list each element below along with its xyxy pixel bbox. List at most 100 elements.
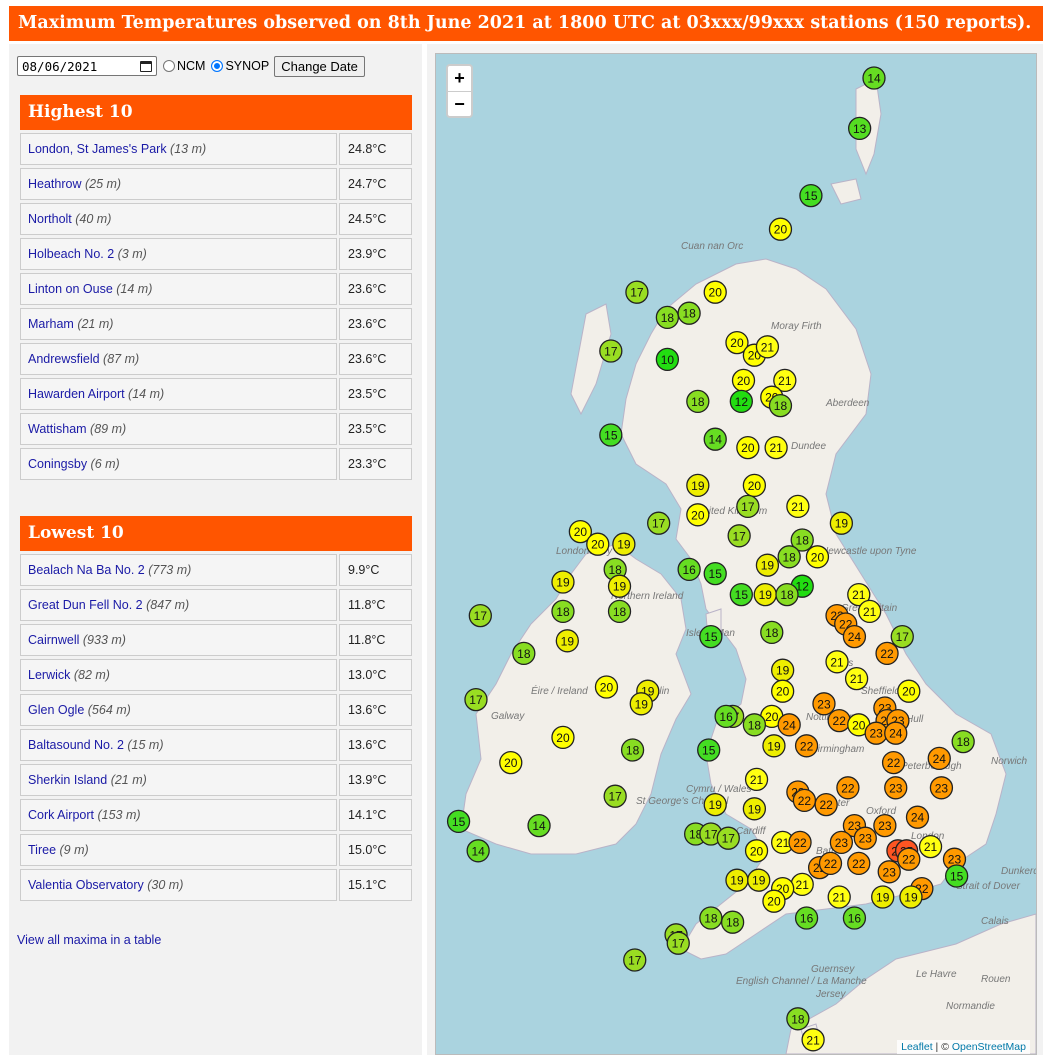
- date-input[interactable]: 08/06/2021: [17, 56, 157, 76]
- station-marker[interactable]: 17: [599, 339, 623, 363]
- zoom-out-button[interactable]: −: [448, 92, 471, 117]
- station-link[interactable]: Heathrow: [28, 177, 82, 191]
- station-marker[interactable]: 23: [864, 721, 888, 745]
- station-marker[interactable]: 14: [703, 427, 727, 451]
- station-marker[interactable]: 17: [647, 511, 671, 535]
- station-marker[interactable]: 23: [929, 776, 954, 800]
- station-marker[interactable]: 24: [905, 805, 930, 829]
- station-marker[interactable]: 18: [512, 641, 536, 666]
- station-marker[interactable]: 23: [884, 776, 908, 800]
- station-marker[interactable]: 21: [918, 834, 943, 859]
- station-marker[interactable]: 21: [786, 494, 810, 519]
- station-marker[interactable]: 20: [768, 217, 793, 241]
- station-marker[interactable]: 17: [890, 624, 914, 649]
- station-marker[interactable]: 18: [775, 582, 799, 607]
- station-marker[interactable]: 20: [770, 679, 795, 703]
- radio-ncm[interactable]: [163, 60, 175, 72]
- station-marker[interactable]: 24: [777, 713, 801, 737]
- station-marker[interactable]: 19: [607, 574, 632, 598]
- station-link[interactable]: Sherkin Island: [28, 773, 107, 787]
- station-link[interactable]: Coningsby: [28, 457, 87, 471]
- change-date-button[interactable]: Change Date: [274, 55, 365, 77]
- station-marker[interactable]: 17: [464, 687, 488, 712]
- station-marker[interactable]: 19: [747, 868, 771, 892]
- station-marker[interactable]: 21: [744, 767, 769, 792]
- station-marker[interactable]: 21: [844, 666, 869, 691]
- station-marker[interactable]: 19: [762, 734, 786, 758]
- station-marker[interactable]: 15: [599, 423, 623, 447]
- station-marker[interactable]: 15: [697, 738, 721, 762]
- station-link[interactable]: Bealach Na Ba No. 2: [28, 563, 145, 577]
- station-marker[interactable]: 19: [612, 532, 636, 556]
- station-marker[interactable]: 17: [468, 603, 492, 628]
- station-marker[interactable]: 18: [768, 393, 793, 418]
- station-marker[interactable]: 20: [686, 503, 710, 527]
- station-marker[interactable]: 20: [762, 889, 786, 913]
- leaflet-link[interactable]: Leaflet: [901, 1041, 933, 1053]
- station-marker[interactable]: 15: [699, 624, 723, 649]
- zoom-in-button[interactable]: +: [448, 66, 471, 92]
- station-marker[interactable]: 17: [623, 948, 647, 972]
- station-link[interactable]: Valentia Observatory: [28, 878, 144, 892]
- station-marker[interactable]: 17: [603, 784, 627, 808]
- station-marker[interactable]: 18: [686, 389, 710, 414]
- station-marker[interactable]: 19: [703, 792, 727, 817]
- station-link[interactable]: Hawarden Airport: [28, 387, 125, 401]
- station-marker[interactable]: 14: [527, 813, 551, 838]
- station-marker[interactable]: 18: [720, 910, 745, 934]
- station-marker[interactable]: 18: [607, 599, 632, 624]
- station-marker[interactable]: 18: [760, 620, 784, 645]
- station-marker[interactable]: 23: [873, 813, 897, 838]
- station-marker[interactable]: 16: [794, 906, 819, 930]
- station-link[interactable]: Tiree: [28, 843, 56, 857]
- station-marker[interactable]: 20: [897, 679, 921, 703]
- station-marker[interactable]: 19: [686, 473, 710, 498]
- station-marker[interactable]: 15: [945, 864, 969, 888]
- station-marker[interactable]: 22: [881, 750, 906, 775]
- station-marker[interactable]: 20: [551, 725, 575, 750]
- station-marker[interactable]: 20: [805, 545, 830, 569]
- station-marker[interactable]: 23: [829, 830, 854, 855]
- station-marker[interactable]: 19: [770, 658, 795, 682]
- station-marker[interactable]: 21: [857, 599, 882, 624]
- station-marker[interactable]: 22: [794, 734, 819, 758]
- calendar-icon[interactable]: [140, 60, 152, 72]
- station-marker[interactable]: 17: [736, 494, 760, 519]
- station-marker[interactable]: 12: [729, 389, 753, 414]
- station-marker[interactable]: 20: [744, 839, 769, 863]
- station-marker[interactable]: 23: [812, 692, 836, 716]
- station-marker[interactable]: 17: [727, 524, 751, 548]
- station-marker[interactable]: 20: [731, 368, 756, 393]
- station-marker[interactable]: 18: [742, 713, 767, 737]
- station-marker[interactable]: 20: [703, 280, 727, 304]
- station-link[interactable]: Cairnwell: [28, 633, 79, 647]
- station-marker[interactable]: 17: [716, 826, 740, 850]
- station-marker[interactable]: 19: [753, 582, 777, 607]
- station-marker[interactable]: 20: [736, 435, 760, 460]
- station-marker[interactable]: 22: [827, 708, 851, 733]
- station-marker[interactable]: 22: [897, 847, 921, 871]
- station-link[interactable]: Lerwick: [28, 668, 70, 682]
- station-marker[interactable]: 24: [842, 624, 867, 649]
- station-marker[interactable]: 15: [703, 561, 727, 586]
- station-marker[interactable]: 20: [742, 473, 767, 498]
- station-link[interactable]: Andrewsfield: [28, 352, 100, 366]
- station-marker[interactable]: 22: [788, 830, 812, 855]
- station-marker[interactable]: 19: [725, 868, 749, 892]
- station-link[interactable]: Marham: [28, 317, 74, 331]
- station-marker[interactable]: 20: [594, 675, 619, 699]
- station-marker[interactable]: 19: [551, 570, 575, 594]
- station-marker[interactable]: 13: [847, 116, 872, 141]
- station-link[interactable]: Great Dun Fell No. 2: [28, 598, 143, 612]
- station-marker[interactable]: 21: [790, 872, 814, 897]
- station-marker[interactable]: 24: [927, 746, 951, 771]
- station-marker[interactable]: 16: [714, 704, 738, 729]
- radio-synop[interactable]: [211, 60, 224, 72]
- station-marker[interactable]: 22: [818, 851, 843, 876]
- station-marker[interactable]: 22: [847, 851, 871, 876]
- station-link[interactable]: Wattisham: [28, 422, 87, 436]
- station-link[interactable]: Cork Airport: [28, 808, 94, 822]
- station-marker[interactable]: 16: [842, 906, 867, 930]
- station-marker[interactable]: 23: [877, 860, 901, 884]
- station-marker[interactable]: 15: [799, 183, 823, 208]
